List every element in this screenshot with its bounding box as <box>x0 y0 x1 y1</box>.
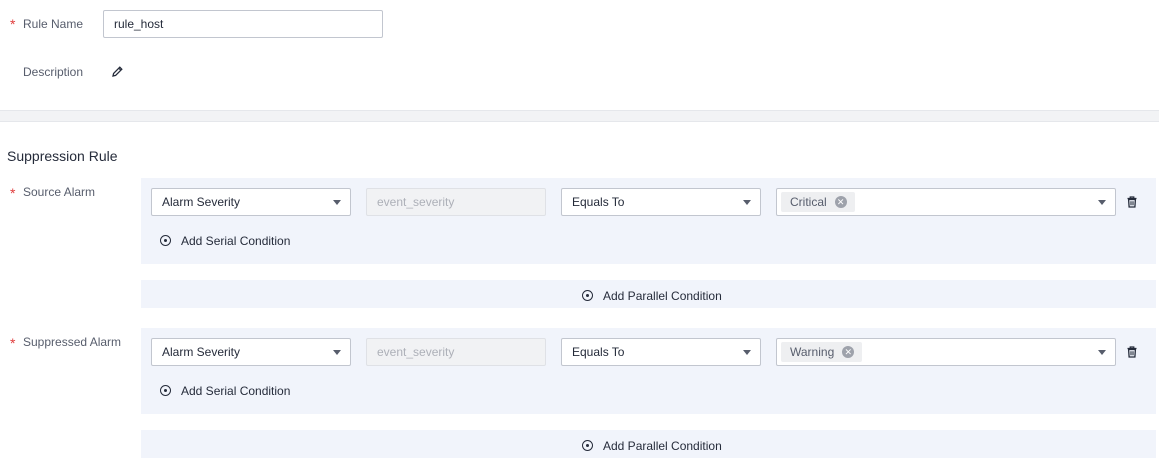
suppressed-parallel-bar: Add Parallel Condition <box>141 430 1156 458</box>
suppressed-alarm-label: Suppressed Alarm <box>23 335 122 349</box>
suppressed-key-field: event_severity <box>366 338 546 366</box>
chevron-down-icon <box>743 350 751 355</box>
trash-icon[interactable] <box>1125 195 1139 209</box>
rule-name-input[interactable] <box>103 10 383 38</box>
source-field-value: Alarm Severity <box>162 195 241 209</box>
suppressed-tag-label: Warning <box>790 345 835 359</box>
required-marker: * <box>10 185 16 201</box>
suppressed-field-select[interactable]: Alarm Severity <box>151 338 351 366</box>
chevron-down-icon <box>743 200 751 205</box>
suppressed-field-value: Alarm Severity <box>162 345 241 359</box>
required-marker: * <box>10 335 16 351</box>
rule-name-label: Rule Name <box>23 17 84 31</box>
chevron-down-icon <box>333 350 341 355</box>
suppressed-condition-panel: Alarm Severity event_severity Equals To … <box>141 328 1156 414</box>
pencil-icon[interactable] <box>111 65 124 78</box>
source-alarm-label: Source Alarm <box>23 185 96 199</box>
chevron-down-icon <box>333 200 341 205</box>
description-label: Description <box>23 65 84 79</box>
source-condition-panel: Alarm Severity event_severity Equals To … <box>141 178 1156 264</box>
source-add-parallel-condition[interactable]: Add Parallel Condition <box>582 288 722 303</box>
add-circle-icon <box>582 440 593 452</box>
required-marker: * <box>10 16 16 32</box>
close-circle-icon[interactable]: ✕ <box>834 196 847 208</box>
trash-icon[interactable] <box>1125 345 1139 359</box>
suppressed-value-multiselect[interactable]: Warning ✕ <box>776 338 1116 366</box>
source-tag-label: Critical <box>790 195 827 209</box>
add-circle-icon <box>160 235 171 247</box>
section-divider <box>0 110 1159 122</box>
suppressed-operator-select[interactable]: Equals To <box>561 338 761 366</box>
source-value-tag: Critical ✕ <box>781 192 855 212</box>
source-key-field: event_severity <box>366 188 546 216</box>
suppressed-add-serial-condition[interactable]: Add Serial Condition <box>160 383 290 398</box>
source-add-serial-condition[interactable]: Add Serial Condition <box>160 233 290 248</box>
source-parallel-bar: Add Parallel Condition <box>141 280 1156 308</box>
suppression-rule-title: Suppression Rule <box>7 148 118 164</box>
add-circle-icon <box>160 385 171 397</box>
suppressed-operator-value: Equals To <box>572 345 625 359</box>
source-value-multiselect[interactable]: Critical ✕ <box>776 188 1116 216</box>
suppressed-add-parallel-condition[interactable]: Add Parallel Condition <box>582 438 722 453</box>
source-operator-select[interactable]: Equals To <box>561 188 761 216</box>
add-circle-icon <box>582 290 593 302</box>
chevron-down-icon <box>1098 200 1106 205</box>
close-circle-icon[interactable]: ✕ <box>842 346 855 358</box>
suppressed-value-tag: Warning ✕ <box>781 342 863 362</box>
source-operator-value: Equals To <box>572 195 625 209</box>
source-field-select[interactable]: Alarm Severity <box>151 188 351 216</box>
chevron-down-icon <box>1098 350 1106 355</box>
